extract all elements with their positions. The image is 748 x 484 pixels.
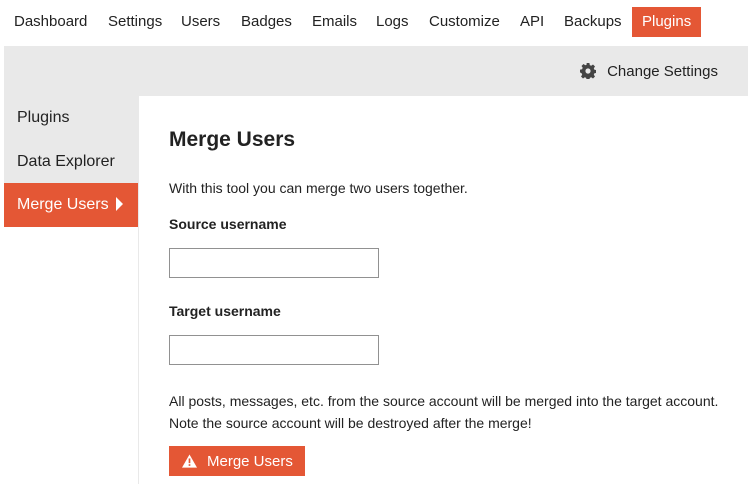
target-username-input[interactable] bbox=[169, 335, 379, 365]
nav-plugins[interactable]: Plugins bbox=[632, 7, 701, 37]
warning-icon bbox=[182, 454, 197, 468]
gear-icon bbox=[580, 63, 597, 79]
nav-backups[interactable]: Backups bbox=[554, 7, 632, 37]
admin-top-nav: Dashboard Settings Users Badges Emails L… bbox=[0, 0, 748, 44]
merge-users-button[interactable]: Merge Users bbox=[169, 446, 305, 476]
page-title: Merge Users bbox=[169, 128, 296, 151]
nav-settings[interactable]: Settings bbox=[98, 7, 172, 37]
change-settings-label: Change Settings bbox=[607, 62, 718, 80]
plugin-sidebar: Plugins Data Explorer Merge Users bbox=[4, 96, 139, 484]
plugins-sub-bar: Change Settings bbox=[4, 46, 748, 96]
merge-users-button-label: Merge Users bbox=[207, 452, 293, 470]
nav-emails[interactable]: Emails bbox=[302, 7, 367, 37]
nav-logs[interactable]: Logs bbox=[366, 7, 419, 37]
nav-badges[interactable]: Badges bbox=[231, 7, 302, 37]
nav-customize[interactable]: Customize bbox=[419, 7, 510, 37]
caret-right-icon bbox=[115, 197, 123, 211]
sidebar-item-merge-users[interactable]: Merge Users bbox=[4, 183, 138, 227]
source-username-label: Source username bbox=[169, 216, 287, 232]
target-username-label: Target username bbox=[169, 303, 281, 319]
sidebar-item-data-explorer[interactable]: Data Explorer bbox=[4, 140, 138, 184]
sidebar-item-plugins[interactable]: Plugins bbox=[4, 96, 138, 140]
source-username-input[interactable] bbox=[169, 248, 379, 278]
change-settings-button[interactable]: Change Settings bbox=[580, 60, 718, 82]
nav-api[interactable]: API bbox=[510, 7, 554, 37]
nav-users[interactable]: Users bbox=[171, 7, 230, 37]
sidebar-item-label: Merge Users bbox=[17, 196, 109, 213]
page-description: With this tool you can merge two users t… bbox=[169, 180, 468, 196]
merge-warning-text: All posts, messages, etc. from the sourc… bbox=[169, 393, 719, 431]
nav-dashboard[interactable]: Dashboard bbox=[4, 7, 97, 37]
